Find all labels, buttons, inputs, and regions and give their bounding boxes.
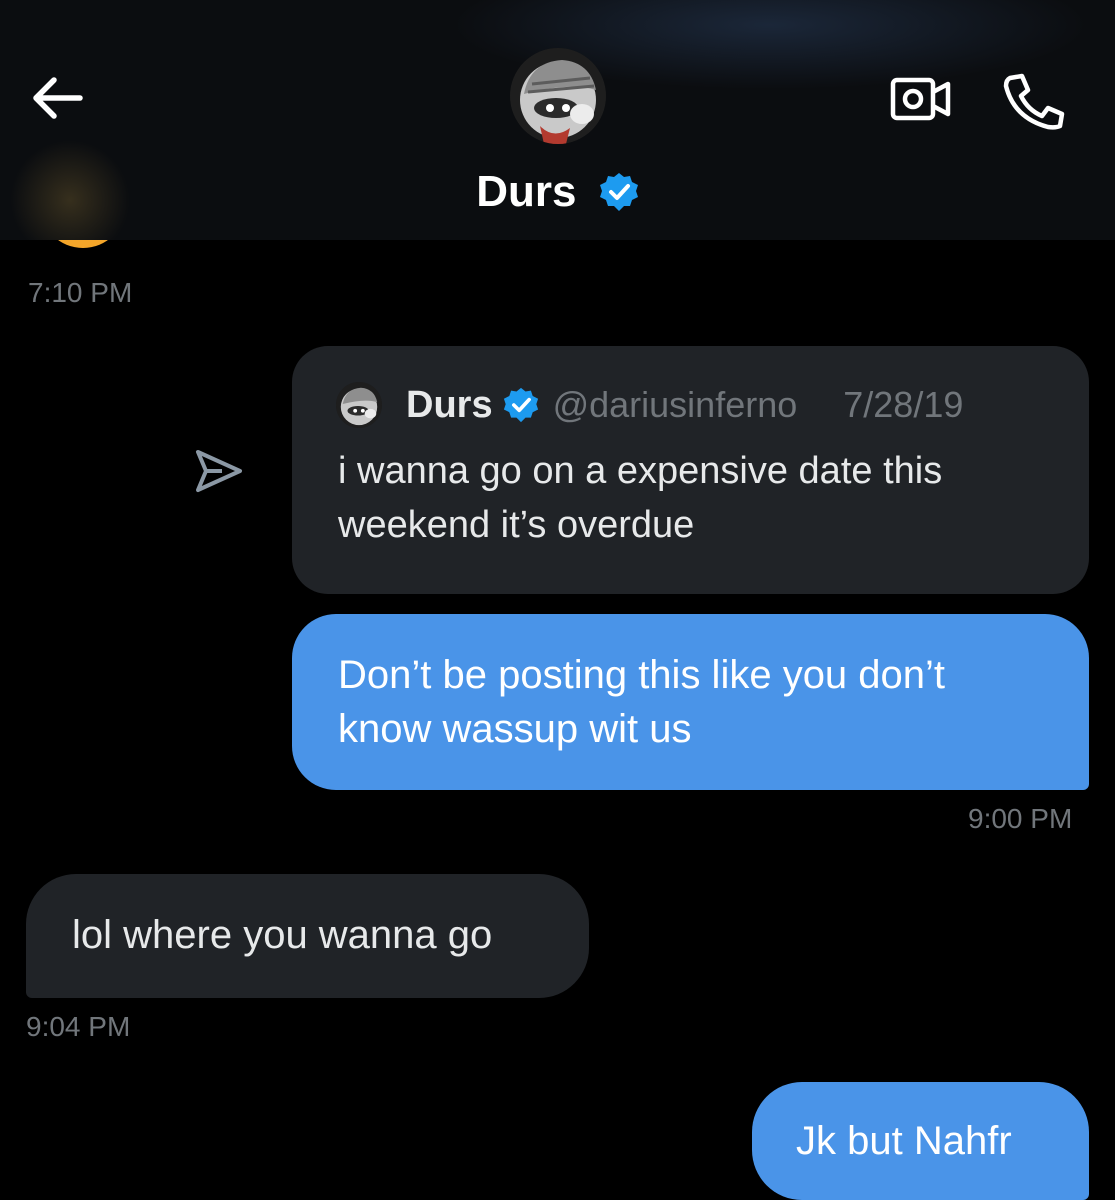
quoted-post-text: i wanna go on a expensive date this week… bbox=[338, 450, 943, 546]
quoted-post-card[interactable]: Durs @dariusinferno 7/28/19 i wanna go o… bbox=[292, 346, 1089, 594]
avatar-image bbox=[336, 382, 382, 428]
video-call-icon bbox=[890, 77, 951, 121]
back-button[interactable] bbox=[28, 72, 88, 124]
sent-message-bubble[interactable]: Jk but Nahfr bbox=[752, 1082, 1089, 1200]
received-message-bubble[interactable]: lol where you wanna go bbox=[26, 874, 589, 998]
quoted-post-name: Durs bbox=[406, 383, 493, 426]
verified-badge-icon bbox=[503, 387, 538, 423]
verified-badge-icon bbox=[599, 173, 638, 211]
conversation-header: Durs bbox=[0, 0, 1115, 240]
phone-call-icon bbox=[1003, 73, 1065, 130]
message-timestamp: 9:00 PM bbox=[968, 803, 1073, 834]
share-arrow-icon bbox=[196, 450, 242, 492]
quoted-post-handle: @dariusinferno bbox=[552, 384, 798, 425]
quoted-post-avatar bbox=[336, 382, 382, 428]
phone-call-button[interactable] bbox=[1000, 70, 1066, 130]
video-call-button[interactable] bbox=[890, 76, 952, 122]
avatar-image bbox=[510, 48, 606, 144]
contact-avatar[interactable] bbox=[510, 48, 606, 144]
arrow-left-icon bbox=[33, 77, 83, 119]
contact-title-row: Durs bbox=[0, 164, 1115, 220]
sent-message-bubble[interactable]: Don’t be posting this like you don’t kno… bbox=[292, 614, 1089, 790]
contact-name: Durs bbox=[476, 167, 577, 216]
quoted-post-date: 7/28/19 bbox=[843, 384, 964, 425]
message-timestamp: 7:10 PM bbox=[28, 277, 133, 308]
quoted-post-header: Durs @dariusinferno 7/28/19 bbox=[336, 382, 963, 428]
share-button[interactable] bbox=[192, 446, 244, 496]
message-timestamp: 9:04 PM bbox=[26, 1011, 131, 1042]
